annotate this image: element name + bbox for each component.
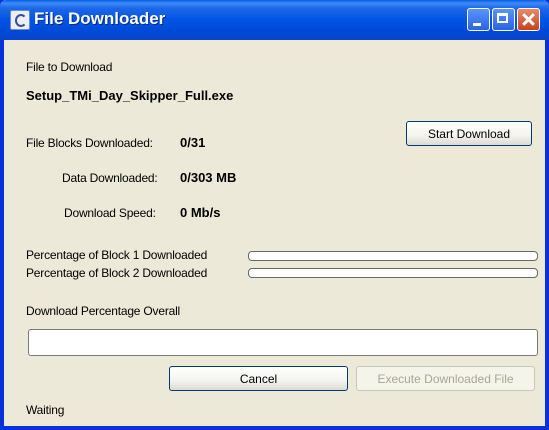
file-name-value: Setup_TMi_Day_Skipper_Full.exe <box>26 88 234 103</box>
maximize-icon[interactable] <box>492 8 515 31</box>
data-downloaded-label: Data Downloaded: <box>62 171 158 185</box>
file-downloader-window: File Downloader File to Download Setup_T… <box>0 0 549 430</box>
app-icon <box>10 10 30 30</box>
overall-progress-bar <box>28 329 538 356</box>
download-speed-value: 0 Mb/s <box>180 205 221 220</box>
minimize-icon[interactable] <box>467 8 490 31</box>
block1-progress-bar <box>248 251 538 261</box>
file-blocks-label: File Blocks Downloaded: <box>26 136 153 150</box>
status-text: Waiting <box>26 403 65 417</box>
file-to-download-label: File to Download <box>26 60 113 74</box>
block1-progress-label: Percentage of Block 1 Downloaded <box>26 248 208 262</box>
data-downloaded-value: 0/303 MB <box>180 170 237 185</box>
file-blocks-value: 0/31 <box>180 135 206 150</box>
download-speed-label: Download Speed: <box>64 206 156 220</box>
block2-progress-label: Percentage of Block 2 Downloaded <box>26 266 208 280</box>
close-icon[interactable] <box>517 8 540 31</box>
overall-progress-label: Download Percentage Overall <box>26 304 181 318</box>
window-title: File Downloader <box>34 9 166 28</box>
execute-downloaded-file-button[interactable]: Execute Downloaded File <box>356 366 535 391</box>
start-download-button[interactable]: Start Download <box>406 121 532 146</box>
title-bar[interactable]: File Downloader <box>0 0 549 40</box>
block2-progress-bar <box>248 268 538 278</box>
cancel-button[interactable]: Cancel <box>169 366 348 391</box>
